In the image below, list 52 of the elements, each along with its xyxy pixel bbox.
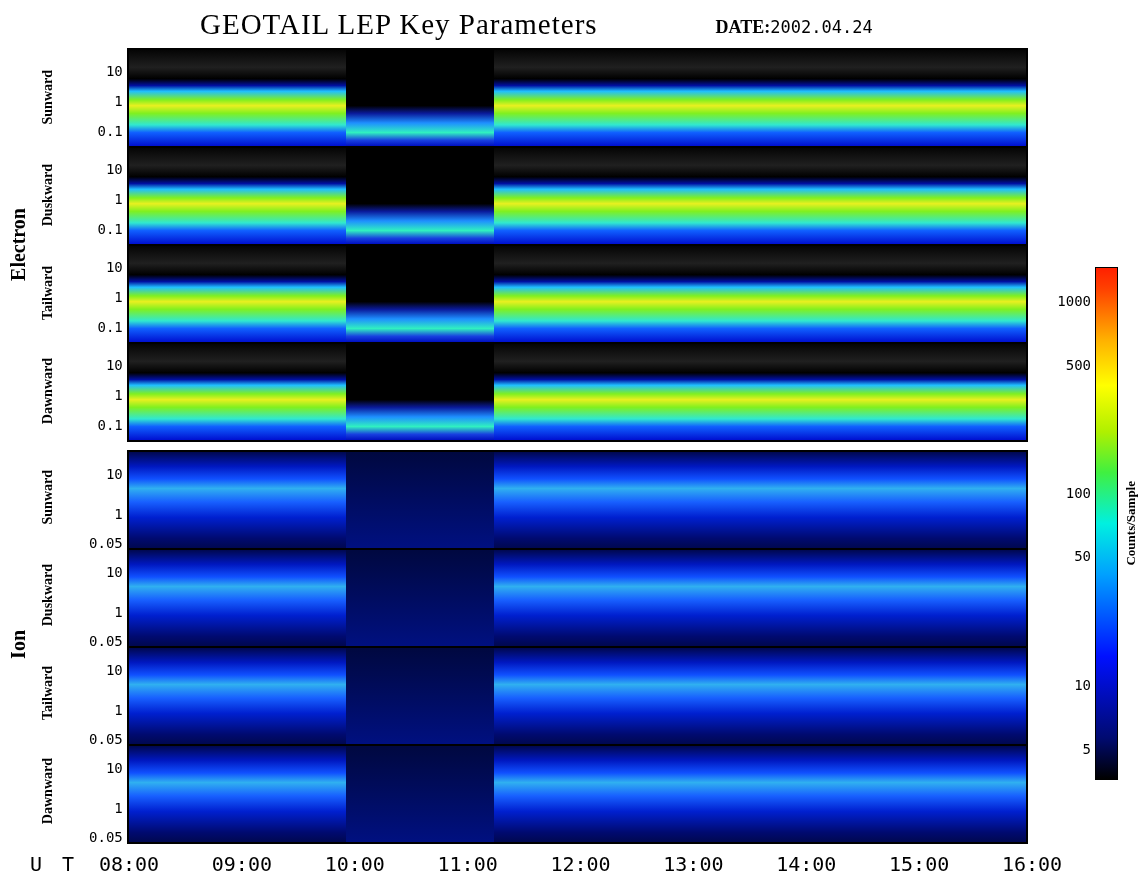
axis-tick-label: 11:00 [437, 852, 498, 876]
axis-tick-label: 0.1 [97, 319, 123, 336]
axis-tick-label: 16:00 [1001, 852, 1063, 876]
axis-tick-label: 15:00 [889, 852, 950, 876]
axis-tick-label: 1 [114, 288, 123, 305]
axis-tick-label: 10 [105, 466, 123, 483]
axis-tick-label: 1 [114, 386, 123, 403]
axis-tick-label: 0.1 [97, 417, 123, 434]
axis-tick-label: 1 [114, 505, 123, 522]
axis-tick-label: 10 [105, 160, 123, 177]
panel-label: Tailward [39, 266, 56, 320]
plot-title: GEOTAIL LEP Key Parameters [200, 7, 598, 41]
colorbar-tick-label: 100 [1065, 484, 1091, 501]
date-label: DATE:2002.04.24 [715, 16, 873, 38]
axis-tick-label: 12:00 [550, 852, 611, 876]
colorbar-tick-label: 5 [1082, 741, 1091, 758]
axis-tick-label: 1 [114, 799, 123, 816]
axis-tick-label: 0.1 [97, 221, 123, 238]
panel-label: Dawnward [39, 757, 56, 825]
axis-tick-label: 1 [114, 603, 123, 620]
axis-tick-label: 0.05 [89, 731, 123, 748]
colorbar-tick-label: 10 [1074, 676, 1091, 693]
group-label: Electron [6, 207, 30, 281]
axis-tick-label: 0.05 [89, 535, 123, 552]
axis-tick-label: 10 [105, 258, 123, 275]
panel-label: Duskward [39, 563, 56, 627]
panel-label: Duskward [39, 163, 56, 227]
colorbar-label: Counts/Sample [1122, 481, 1139, 566]
axis-tick-label: 10 [105, 760, 123, 777]
colorbar-tick-label: 500 [1065, 356, 1091, 373]
axis-tick-label: 08:00 [98, 852, 160, 876]
axis-tick-label: 09:00 [211, 852, 272, 876]
group-label: Ion [6, 629, 30, 659]
axis-tick-label: 1 [114, 190, 123, 207]
axis-tick-label: 10 [105, 662, 123, 679]
axis-tick-label: 0.05 [89, 829, 123, 846]
panel-label: Sunward [39, 69, 56, 125]
panel-label: Sunward [39, 469, 56, 525]
axis-tick-label: 10 [105, 564, 123, 581]
colorbar-tick-label: 1000 [1057, 292, 1091, 309]
axis-tick-label: 0.05 [89, 633, 123, 650]
axis-tick-label: 0.1 [97, 123, 123, 140]
panel-label: Dawnward [39, 357, 56, 425]
panel-label: Tailward [39, 666, 56, 720]
axis-tick-label: 13:00 [663, 852, 724, 876]
axis-tick-label: 10:00 [324, 852, 385, 876]
axis-tick-label: 10 [105, 356, 123, 373]
colorbar-tick-label: 50 [1074, 548, 1091, 565]
axis-tick-label: 14:00 [776, 852, 837, 876]
axis-tick-label: 1 [114, 701, 123, 718]
axis-tick-label: 10 [105, 62, 123, 79]
axis-tick-label: 1 [114, 92, 123, 109]
